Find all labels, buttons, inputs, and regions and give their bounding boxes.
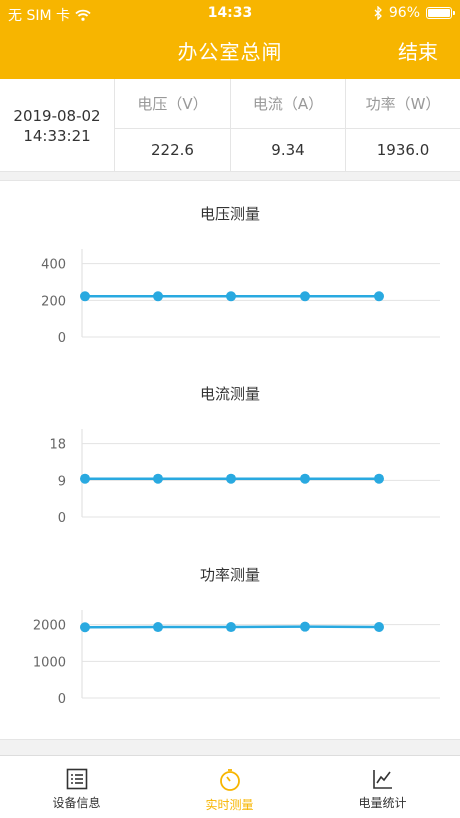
data-point xyxy=(300,473,310,484)
chart-title: 功率测量 xyxy=(199,566,260,584)
voltage-value: 222.6 xyxy=(151,141,194,159)
data-point xyxy=(153,473,163,484)
reading-time: 14:33:21 xyxy=(23,126,91,145)
current-chart-plot: 0 9 18 xyxy=(49,429,440,526)
tab-bar: 设备信息 实时测量 电量统计 xyxy=(0,755,460,818)
tab-energy-stats[interactable]: 电量统计 xyxy=(306,756,459,818)
data-point xyxy=(153,291,163,302)
chart-title: 电压测量 xyxy=(199,205,260,223)
stopwatch-icon xyxy=(219,769,240,791)
tick-label: 2000 xyxy=(33,619,66,634)
tab-realtime[interactable]: 实时测量 xyxy=(153,756,306,818)
status-bar: 无 SIM 卡 14:33 96% xyxy=(0,0,460,27)
chart-title: 电流测量 xyxy=(199,385,260,403)
tab-label: 设备信息 xyxy=(52,796,101,810)
voltage-chart-plot: 0 200 400 xyxy=(41,249,440,346)
data-point xyxy=(374,291,384,302)
data-point xyxy=(153,622,163,633)
charts-panel: 电压测量 0 200 400 电流测量 0 9 18 功率测量 0 1000 2000 xyxy=(0,180,460,740)
data-point xyxy=(226,622,236,633)
tick-label: 18 xyxy=(49,438,66,453)
page-title: 办公室总闸 xyxy=(177,40,283,64)
current-chart: 电流测量 0 9 18 xyxy=(0,361,460,536)
reading-summary: 2019-08-02 14:33:21 电压（V） 222.6 电流（A） 9.… xyxy=(0,79,460,172)
data-point xyxy=(226,473,236,484)
data-point xyxy=(374,622,384,633)
tick-label: 0 xyxy=(58,331,66,346)
data-point xyxy=(80,622,90,633)
power-header: 功率（W） xyxy=(346,79,460,129)
voltage-column: 电压（V） 222.6 xyxy=(115,79,230,172)
tick-label: 0 xyxy=(58,692,66,707)
bluetooth-icon xyxy=(374,6,382,20)
voltage-header: 电压（V） xyxy=(115,79,230,129)
power-column: 功率（W） 1936.0 xyxy=(345,79,460,172)
battery-percent: 96% xyxy=(388,5,420,21)
tab-device-info[interactable]: 设备信息 xyxy=(0,756,153,818)
current-column: 电流（A） 9.34 xyxy=(230,79,345,172)
end-button[interactable]: 结束 xyxy=(398,36,438,65)
battery-icon xyxy=(426,7,455,19)
power-value: 1936.0 xyxy=(376,141,430,159)
tick-label: 400 xyxy=(41,258,66,273)
tab-label: 电量统计 xyxy=(358,796,407,810)
data-point xyxy=(300,291,310,302)
reading-date: 2019-08-02 xyxy=(13,106,101,125)
list-icon xyxy=(66,768,87,790)
power-chart: 功率测量 0 1000 2000 xyxy=(0,542,460,717)
line-chart-icon xyxy=(372,770,392,789)
tick-label: 9 xyxy=(58,474,66,489)
data-point xyxy=(80,473,90,484)
status-right: 96% xyxy=(374,5,455,21)
data-point xyxy=(80,291,90,302)
current-header: 电流（A） xyxy=(231,79,345,129)
header-bar: 无 SIM 卡 14:33 96% 办公室总闸 结束 xyxy=(0,0,460,79)
tick-label: 0 xyxy=(58,511,66,526)
tick-label: 1000 xyxy=(33,655,66,670)
current-value: 9.34 xyxy=(271,141,305,159)
tick-label: 200 xyxy=(41,294,66,309)
power-chart-plot: 0 1000 2000 xyxy=(33,610,440,707)
data-point xyxy=(300,621,310,632)
voltage-chart: 电压测量 0 200 400 xyxy=(0,181,460,356)
data-point xyxy=(374,473,384,484)
tab-label: 实时测量 xyxy=(205,798,254,812)
reading-timestamp: 2019-08-02 14:33:21 xyxy=(0,79,115,172)
data-point xyxy=(226,291,236,302)
